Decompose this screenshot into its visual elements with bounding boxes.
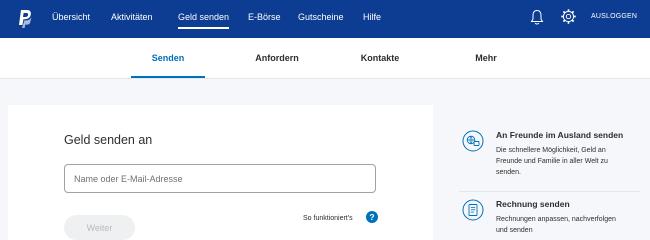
send-abroad-description: Die schnellere Möglichkeit, Geld an Freu… — [496, 145, 608, 178]
send-abroad-link[interactable]: An Freunde im Ausland senden — [496, 130, 623, 140]
nav-item-send-money[interactable]: Geld senden — [178, 12, 230, 29]
send-subnav: Senden Anfordern Kontakte Mehr — [0, 38, 650, 79]
nav-item-help[interactable]: Hilfe — [363, 12, 381, 22]
invoice-icon — [462, 199, 484, 221]
active-tab-indicator — [131, 76, 205, 78]
description-line: senden. — [496, 169, 521, 176]
tab-send[interactable]: Senden — [131, 53, 205, 63]
description-line: Freunde und Familie in aller Welt zu — [496, 158, 608, 165]
nav-item-overview[interactable]: Übersicht — [52, 12, 90, 22]
nav-item-vouchers[interactable]: Gutscheine — [298, 12, 344, 22]
tab-contacts[interactable]: Kontakte — [343, 53, 417, 63]
svg-text:?: ? — [369, 212, 374, 222]
bell-icon[interactable] — [530, 9, 544, 26]
logout-button[interactable]: AUSLOGGEN — [591, 13, 637, 20]
description-line: Die schnellere Möglichkeit, Geld an — [496, 147, 606, 154]
description-line: Rechnungen anpassen, nachverfolgen — [496, 216, 616, 223]
tab-request[interactable]: Anfordern — [240, 53, 314, 63]
gear-icon[interactable] — [560, 8, 577, 25]
globe-transfer-icon — [462, 130, 484, 152]
sidebar-divider — [459, 191, 640, 192]
next-button[interactable]: Weiter — [64, 215, 135, 240]
recipient-input[interactable] — [64, 164, 376, 193]
page-title: Geld senden an — [64, 133, 153, 147]
nav-item-activities[interactable]: Aktivitäten — [111, 12, 153, 22]
description-line: und senden — [496, 227, 533, 234]
nav-item-wallet[interactable]: E-Börse — [248, 12, 281, 22]
top-navigation-bar: Übersicht Aktivitäten Geld senden E-Börs… — [0, 0, 650, 38]
send-invoice-link[interactable]: Rechnung senden — [496, 199, 570, 209]
paypal-logo-icon[interactable] — [18, 9, 32, 29]
how-it-works-link[interactable]: So funktioniert's — [303, 215, 353, 222]
tab-more[interactable]: Mehr — [449, 53, 523, 63]
send-invoice-description: Rechnungen anpassen, nachverfolgen und s… — [496, 214, 616, 236]
question-mark-icon[interactable]: ? — [366, 211, 378, 223]
send-money-card: Geld senden an Weiter So funktioniert's … — [8, 105, 433, 240]
